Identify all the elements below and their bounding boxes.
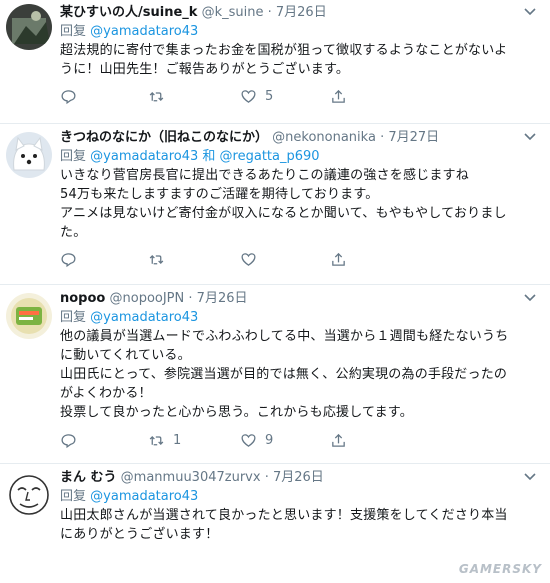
tweet-text: 他の議員が当選ムードでふわふわしてる中、当選から１週間も経たないうち に動いてく… bbox=[60, 327, 536, 422]
mention-link[interactable]: @yamadataro43 bbox=[90, 310, 198, 325]
chevron-down-icon[interactable] bbox=[524, 133, 536, 141]
tweet-date[interactable]: 7月26日 bbox=[273, 470, 324, 485]
tweet-text: 超法規的に寄付で集まったお金を国税が狙って徴収するようなことがないよ うに！山田… bbox=[60, 41, 536, 79]
retweet-button[interactable] bbox=[148, 251, 173, 268]
separator: · bbox=[188, 291, 193, 306]
reply-prefix: 回复 bbox=[60, 489, 87, 504]
display-name[interactable]: 某ひすいの人/suine_k bbox=[60, 5, 197, 20]
heart-icon bbox=[241, 253, 256, 266]
reply-icon bbox=[61, 253, 76, 268]
tweet-text-line: 投票して良かったと心から思う。これからも応援してます。 bbox=[60, 405, 413, 420]
chevron-down-icon[interactable] bbox=[524, 8, 536, 16]
tweet-header: きつねのなにか（旧ねこのなにか） @nekononanika · 7月27日 bbox=[60, 129, 536, 147]
tweet-header: まん むう @manmuu3047zurvx · 7月26日 bbox=[60, 469, 536, 487]
tweet-date[interactable]: 7月26日 bbox=[276, 5, 327, 20]
retweet-icon bbox=[149, 92, 164, 102]
user-handle[interactable]: @nopooJPN bbox=[110, 291, 185, 306]
display-name[interactable]: まん むう bbox=[60, 470, 117, 485]
separator: · bbox=[264, 470, 269, 485]
reply-icon bbox=[61, 434, 76, 449]
reply-context: 回复 @yamadataro43 bbox=[60, 308, 536, 327]
tweet-text-line: にありがとうございます！ bbox=[60, 527, 219, 542]
share-button[interactable] bbox=[330, 88, 347, 105]
heart-icon bbox=[241, 434, 256, 447]
tweet[interactable]: きつねのなにか（旧ねこのなにか） @nekononanika · 7月27日 回… bbox=[0, 124, 550, 285]
tweet-date[interactable]: 7月26日 bbox=[197, 291, 248, 306]
reply-button[interactable] bbox=[60, 88, 85, 105]
separator: · bbox=[267, 5, 272, 20]
tweet[interactable]: 某ひすいの人/suine_k @k_suine · 7月26日 回复 @yama… bbox=[0, 0, 550, 124]
share-button[interactable] bbox=[330, 432, 347, 449]
chevron-down-icon[interactable] bbox=[524, 294, 536, 302]
reply-prefix: 回复 bbox=[60, 149, 87, 164]
tweet-text-line: うに！山田先生！ご報告ありがとうございます。 bbox=[60, 62, 350, 77]
tweet-text-line: 山田氏にとって、参院選当選が目的では無く、公約実現の為の手段だったの bbox=[60, 367, 508, 382]
tweet-text-line: 54万も来たしますますのご活躍を期待しております。 bbox=[60, 187, 379, 202]
user-handle[interactable]: @manmuu3047zurvx bbox=[121, 470, 261, 485]
share-button[interactable] bbox=[330, 251, 347, 268]
like-button[interactable]: 9 bbox=[240, 432, 273, 449]
share-icon bbox=[332, 252, 345, 266]
reply-context: 回复 @yamadataro43 bbox=[60, 22, 536, 41]
tweet-text-line: アニメは見ないけど寄付金が収入になるとか聞いて、もやもやしておりまし bbox=[60, 206, 507, 221]
reply-icon bbox=[61, 90, 76, 105]
like-count: 5 bbox=[265, 89, 274, 104]
mention-link[interactable]: @yamadataro43 和 @regatta_p690 bbox=[90, 149, 319, 164]
like-count: 9 bbox=[265, 433, 274, 448]
mention-link[interactable]: @yamadataro43 bbox=[90, 24, 198, 39]
tweet-text-line: に動いてくれている。 bbox=[60, 348, 191, 363]
display-name[interactable]: nopoo bbox=[60, 291, 105, 306]
tweet-text-line: 山田太郎さんが当選されて良かったと思います！支援策をしてくださり本当 bbox=[60, 508, 508, 523]
reply-context: 回复 @yamadataro43 bbox=[60, 487, 536, 506]
reply-context: 回复 @yamadataro43 和 @regatta_p690 bbox=[60, 147, 536, 166]
like-button[interactable] bbox=[240, 251, 265, 268]
watermark: GAMERSKY bbox=[458, 562, 542, 576]
tweet-text-line: 超法規的に寄付で集まったお金を国税が狙って徴収するようなことがないよ bbox=[60, 43, 508, 58]
chevron-down-icon[interactable] bbox=[524, 473, 536, 481]
reply-prefix: 回复 bbox=[60, 310, 87, 325]
tweet[interactable]: nopoo @nopooJPN · 7月26日 回复 @yamadataro43… bbox=[0, 285, 550, 464]
separator: · bbox=[380, 130, 385, 145]
share-icon bbox=[332, 89, 345, 103]
tweet-date[interactable]: 7月27日 bbox=[388, 130, 439, 145]
tweet-header: nopoo @nopooJPN · 7月26日 bbox=[60, 290, 536, 308]
retweet-count: 1 bbox=[173, 433, 182, 448]
avatar[interactable] bbox=[6, 293, 52, 339]
reply-button[interactable] bbox=[60, 432, 85, 449]
tweet-text-line: いきなり菅官房長官に提出できるあたりこの議連の強さを感じますね bbox=[60, 168, 469, 183]
mention-link[interactable]: @yamadataro43 bbox=[90, 489, 198, 504]
retweet-icon bbox=[149, 436, 164, 446]
retweet-icon bbox=[149, 255, 164, 265]
tweet-text: 山田太郎さんが当選されて良かったと思います！支援策をしてくださり本当 にありがと… bbox=[60, 506, 536, 544]
avatar[interactable] bbox=[6, 132, 52, 178]
share-icon bbox=[332, 433, 345, 447]
avatar[interactable] bbox=[6, 472, 52, 518]
user-handle[interactable]: @k_suine bbox=[202, 5, 264, 20]
like-button[interactable]: 5 bbox=[240, 88, 273, 105]
retweet-button[interactable] bbox=[148, 88, 173, 105]
display-name[interactable]: きつねのなにか（旧ねこのなにか） bbox=[60, 130, 268, 145]
tweet-text: いきなり菅官房長官に提出できるあたりこの議連の強さを感じますね 54万も来たしま… bbox=[60, 166, 536, 242]
tweet-text-line: がよくわかる！ bbox=[60, 386, 152, 401]
avatar[interactable] bbox=[6, 4, 52, 50]
tweet-header: 某ひすいの人/suine_k @k_suine · 7月26日 bbox=[60, 4, 536, 22]
reply-prefix: 回复 bbox=[60, 24, 87, 39]
tweet-text-line: た。 bbox=[60, 225, 87, 240]
reply-button[interactable] bbox=[60, 251, 85, 268]
tweet-text-line: 他の議員が当選ムードでふわふわしてる中、当選から１週間も経たないうち bbox=[60, 329, 509, 344]
user-handle[interactable]: @nekononanika bbox=[272, 130, 376, 145]
heart-icon bbox=[241, 90, 256, 103]
retweet-button[interactable]: 1 bbox=[148, 432, 181, 449]
